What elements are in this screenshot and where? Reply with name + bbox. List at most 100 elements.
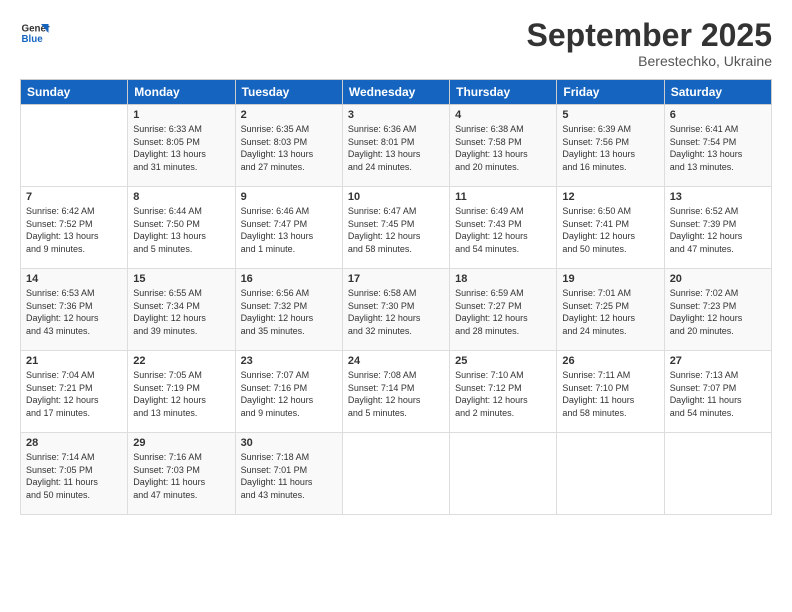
col-saturday: Saturday	[664, 80, 771, 105]
calendar-cell: 6 Sunrise: 6:41 AM Sunset: 7:54 PM Daylig…	[664, 105, 771, 187]
cell-info: Sunrise: 6:59 AM Sunset: 7:27 PM Dayligh…	[455, 287, 551, 337]
day-number: 16	[241, 273, 337, 285]
cell-info: Sunrise: 6:42 AM Sunset: 7:52 PM Dayligh…	[26, 205, 122, 255]
calendar-cell: 5Sunrise: 6:39 AM Sunset: 7:56 PM Daylig…	[557, 105, 664, 187]
cell-info: Sunrise: 6:46 AM Sunset: 7:47 PM Dayligh…	[241, 205, 337, 255]
calendar-cell: 7 Sunrise: 6:42 AM Sunset: 7:52 PM Daylig…	[21, 187, 128, 269]
calendar-cell: 30 Sunrise: 7:18 AM Sunset: 7:01 PM Dayli…	[235, 433, 342, 515]
cell-info: Sunrise: 7:01 AM Sunset: 7:25 PM Dayligh…	[562, 287, 658, 337]
calendar-cell: 28 Sunrise: 7:14 AM Sunset: 7:05 PM Dayli…	[21, 433, 128, 515]
calendar-cell: 10 Sunrise: 6:47 AM Sunset: 7:45 PM Dayli…	[342, 187, 449, 269]
calendar-cell: 26 Sunrise: 7:11 AM Sunset: 7:10 PM Dayli…	[557, 351, 664, 433]
calendar-cell: 22 Sunrise: 7:05 AM Sunset: 7:19 PM Dayli…	[128, 351, 235, 433]
day-number: 1	[133, 109, 229, 121]
day-number: 17	[348, 273, 444, 285]
cell-info: Sunrise: 6:44 AM Sunset: 7:50 PM Dayligh…	[133, 205, 229, 255]
day-number: 8	[133, 191, 229, 203]
day-number: 13	[670, 191, 766, 203]
day-number: 5	[562, 109, 658, 121]
day-number: 2	[241, 109, 337, 121]
day-number: 26	[562, 355, 658, 367]
day-number: 22	[133, 355, 229, 367]
calendar-week-1: 1 Sunrise: 6:33 AM Sunset: 8:05 PM Daylig…	[21, 105, 772, 187]
cell-info: Sunrise: 6:47 AM Sunset: 7:45 PM Dayligh…	[348, 205, 444, 255]
cell-info: Sunrise: 6:58 AM Sunset: 7:30 PM Dayligh…	[348, 287, 444, 337]
cell-info: Sunrise: 7:05 AM Sunset: 7:19 PM Dayligh…	[133, 369, 229, 419]
col-thursday: Thursday	[450, 80, 557, 105]
day-number: 28	[26, 437, 122, 449]
calendar-cell: 20 Sunrise: 7:02 AM Sunset: 7:23 PM Dayli…	[664, 269, 771, 351]
cell-info: Sunrise: 6:50 AM Sunset: 7:41 PM Dayligh…	[562, 205, 658, 255]
day-number: 12	[562, 191, 658, 203]
calendar-cell: 3Sunrise: 6:36 AM Sunset: 8:01 PM Daylig…	[342, 105, 449, 187]
calendar-cell: 18 Sunrise: 6:59 AM Sunset: 7:27 PM Dayli…	[450, 269, 557, 351]
calendar-week-2: 7 Sunrise: 6:42 AM Sunset: 7:52 PM Daylig…	[21, 187, 772, 269]
cell-info: Sunrise: 7:02 AM Sunset: 7:23 PM Dayligh…	[670, 287, 766, 337]
cell-info: Sunrise: 6:52 AM Sunset: 7:39 PM Dayligh…	[670, 205, 766, 255]
day-number: 10	[348, 191, 444, 203]
calendar-week-4: 21 Sunrise: 7:04 AM Sunset: 7:21 PM Dayli…	[21, 351, 772, 433]
day-number: 4	[455, 109, 551, 121]
day-number: 9	[241, 191, 337, 203]
day-number: 15	[133, 273, 229, 285]
calendar-cell: 17 Sunrise: 6:58 AM Sunset: 7:30 PM Dayli…	[342, 269, 449, 351]
calendar-page: General Blue September 2025 Berestechko,…	[0, 0, 792, 612]
day-number: 20	[670, 273, 766, 285]
day-number: 18	[455, 273, 551, 285]
svg-text:Blue: Blue	[22, 34, 44, 45]
day-number: 29	[133, 437, 229, 449]
cell-info: Sunrise: 7:18 AM Sunset: 7:01 PM Dayligh…	[241, 451, 337, 501]
calendar-cell: 16 Sunrise: 6:56 AM Sunset: 7:32 PM Dayli…	[235, 269, 342, 351]
calendar-cell	[342, 433, 449, 515]
cell-info: Sunrise: 7:16 AM Sunset: 7:03 PM Dayligh…	[133, 451, 229, 501]
calendar-cell: 19 Sunrise: 7:01 AM Sunset: 7:25 PM Dayli…	[557, 269, 664, 351]
day-number: 11	[455, 191, 551, 203]
day-number: 23	[241, 355, 337, 367]
calendar-week-3: 14Sunrise: 6:53 AM Sunset: 7:36 PM Dayli…	[21, 269, 772, 351]
cell-info: Sunrise: 7:10 AM Sunset: 7:12 PM Dayligh…	[455, 369, 551, 419]
calendar-cell: 15Sunrise: 6:55 AM Sunset: 7:34 PM Dayli…	[128, 269, 235, 351]
calendar-cell: 2Sunrise: 6:35 AM Sunset: 8:03 PM Daylig…	[235, 105, 342, 187]
calendar-cell: 11 Sunrise: 6:49 AM Sunset: 7:43 PM Dayli…	[450, 187, 557, 269]
header-row: Sunday Monday Tuesday Wednesday Thursday…	[21, 80, 772, 105]
col-tuesday: Tuesday	[235, 80, 342, 105]
cell-info: Sunrise: 7:07 AM Sunset: 7:16 PM Dayligh…	[241, 369, 337, 419]
day-number: 6	[670, 109, 766, 121]
col-monday: Monday	[128, 80, 235, 105]
calendar-cell: 25Sunrise: 7:10 AM Sunset: 7:12 PM Dayli…	[450, 351, 557, 433]
cell-info: Sunrise: 7:14 AM Sunset: 7:05 PM Dayligh…	[26, 451, 122, 501]
calendar-cell: 14Sunrise: 6:53 AM Sunset: 7:36 PM Dayli…	[21, 269, 128, 351]
day-number: 3	[348, 109, 444, 121]
col-wednesday: Wednesday	[342, 80, 449, 105]
cell-info: Sunrise: 7:08 AM Sunset: 7:14 PM Dayligh…	[348, 369, 444, 419]
header: General Blue September 2025 Berestechko,…	[20, 18, 772, 69]
cell-info: Sunrise: 6:56 AM Sunset: 7:32 PM Dayligh…	[241, 287, 337, 337]
subtitle: Berestechko, Ukraine	[527, 53, 772, 69]
cell-info: Sunrise: 7:11 AM Sunset: 7:10 PM Dayligh…	[562, 369, 658, 419]
cell-info: Sunrise: 7:04 AM Sunset: 7:21 PM Dayligh…	[26, 369, 122, 419]
calendar-cell: 12 Sunrise: 6:50 AM Sunset: 7:41 PM Dayli…	[557, 187, 664, 269]
cell-info: Sunrise: 6:33 AM Sunset: 8:05 PM Dayligh…	[133, 123, 229, 173]
title-block: September 2025 Berestechko, Ukraine	[527, 18, 772, 69]
calendar-cell: 8 Sunrise: 6:44 AM Sunset: 7:50 PM Daylig…	[128, 187, 235, 269]
calendar-cell: 27Sunrise: 7:13 AM Sunset: 7:07 PM Dayli…	[664, 351, 771, 433]
calendar-cell: 1 Sunrise: 6:33 AM Sunset: 8:05 PM Daylig…	[128, 105, 235, 187]
day-number: 30	[241, 437, 337, 449]
cell-info: Sunrise: 6:38 AM Sunset: 7:58 PM Dayligh…	[455, 123, 551, 173]
calendar-cell: 23 Sunrise: 7:07 AM Sunset: 7:16 PM Dayli…	[235, 351, 342, 433]
col-friday: Friday	[557, 80, 664, 105]
calendar-cell: 4 Sunrise: 6:38 AM Sunset: 7:58 PM Daylig…	[450, 105, 557, 187]
day-number: 21	[26, 355, 122, 367]
col-sunday: Sunday	[21, 80, 128, 105]
calendar-cell: 21 Sunrise: 7:04 AM Sunset: 7:21 PM Dayli…	[21, 351, 128, 433]
cell-info: Sunrise: 6:41 AM Sunset: 7:54 PM Dayligh…	[670, 123, 766, 173]
day-number: 14	[26, 273, 122, 285]
day-number: 7	[26, 191, 122, 203]
calendar-cell: 24Sunrise: 7:08 AM Sunset: 7:14 PM Dayli…	[342, 351, 449, 433]
calendar-cell	[21, 105, 128, 187]
logo: General Blue	[20, 18, 50, 48]
calendar-table: Sunday Monday Tuesday Wednesday Thursday…	[20, 79, 772, 515]
cell-info: Sunrise: 6:49 AM Sunset: 7:43 PM Dayligh…	[455, 205, 551, 255]
calendar-cell	[450, 433, 557, 515]
day-number: 19	[562, 273, 658, 285]
